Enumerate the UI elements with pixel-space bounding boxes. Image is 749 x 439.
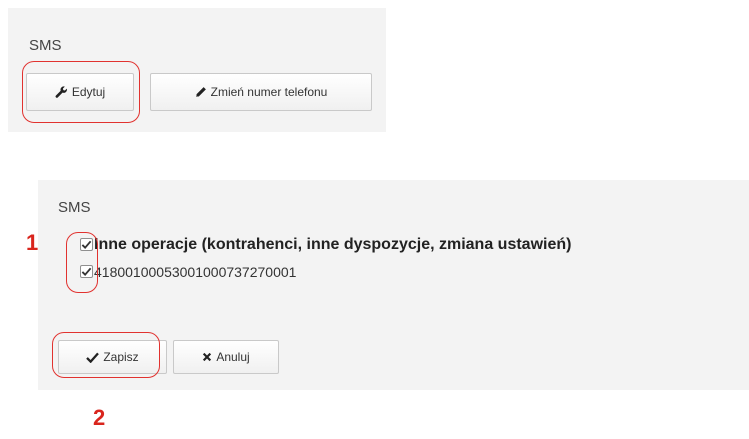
other-operations-label: Inne operacje (kontrahenci, inne dyspozy… (94, 236, 572, 253)
edit-button-label: Edytuj (71, 85, 106, 99)
sms-panel-edit: SMS Inne operacje (kontrahenci, inne dys… (38, 180, 749, 390)
save-button-label: Zapisz (103, 350, 139, 364)
checkmark-icon (86, 352, 100, 363)
step-number-2: 2 (93, 405, 106, 430)
change-phone-button-label: Zmień numer telefonu (210, 85, 328, 99)
section-title: SMS (58, 199, 91, 216)
edit-button[interactable]: Edytuj (26, 73, 134, 111)
checkmark-icon (81, 240, 92, 250)
pencil-icon (195, 86, 207, 98)
save-button[interactable]: Zapisz (58, 340, 167, 374)
account-number-label: 41800100053001000737270001 (94, 264, 297, 280)
cancel-button[interactable]: Anuluj (173, 340, 279, 374)
cancel-button-label: Anuluj (216, 350, 250, 364)
other-operations-checkbox[interactable] (80, 238, 93, 251)
step-number-1: 1 (26, 230, 39, 255)
sms-panel-view: SMS Edytuj Zmień numer telefonu (8, 8, 386, 132)
checkmark-icon (81, 267, 92, 277)
change-phone-number-button[interactable]: Zmień numer telefonu (150, 73, 372, 111)
x-icon (202, 352, 212, 362)
wrench-icon (55, 85, 68, 99)
section-title: SMS (29, 37, 62, 54)
account-checkbox[interactable] (80, 265, 93, 278)
